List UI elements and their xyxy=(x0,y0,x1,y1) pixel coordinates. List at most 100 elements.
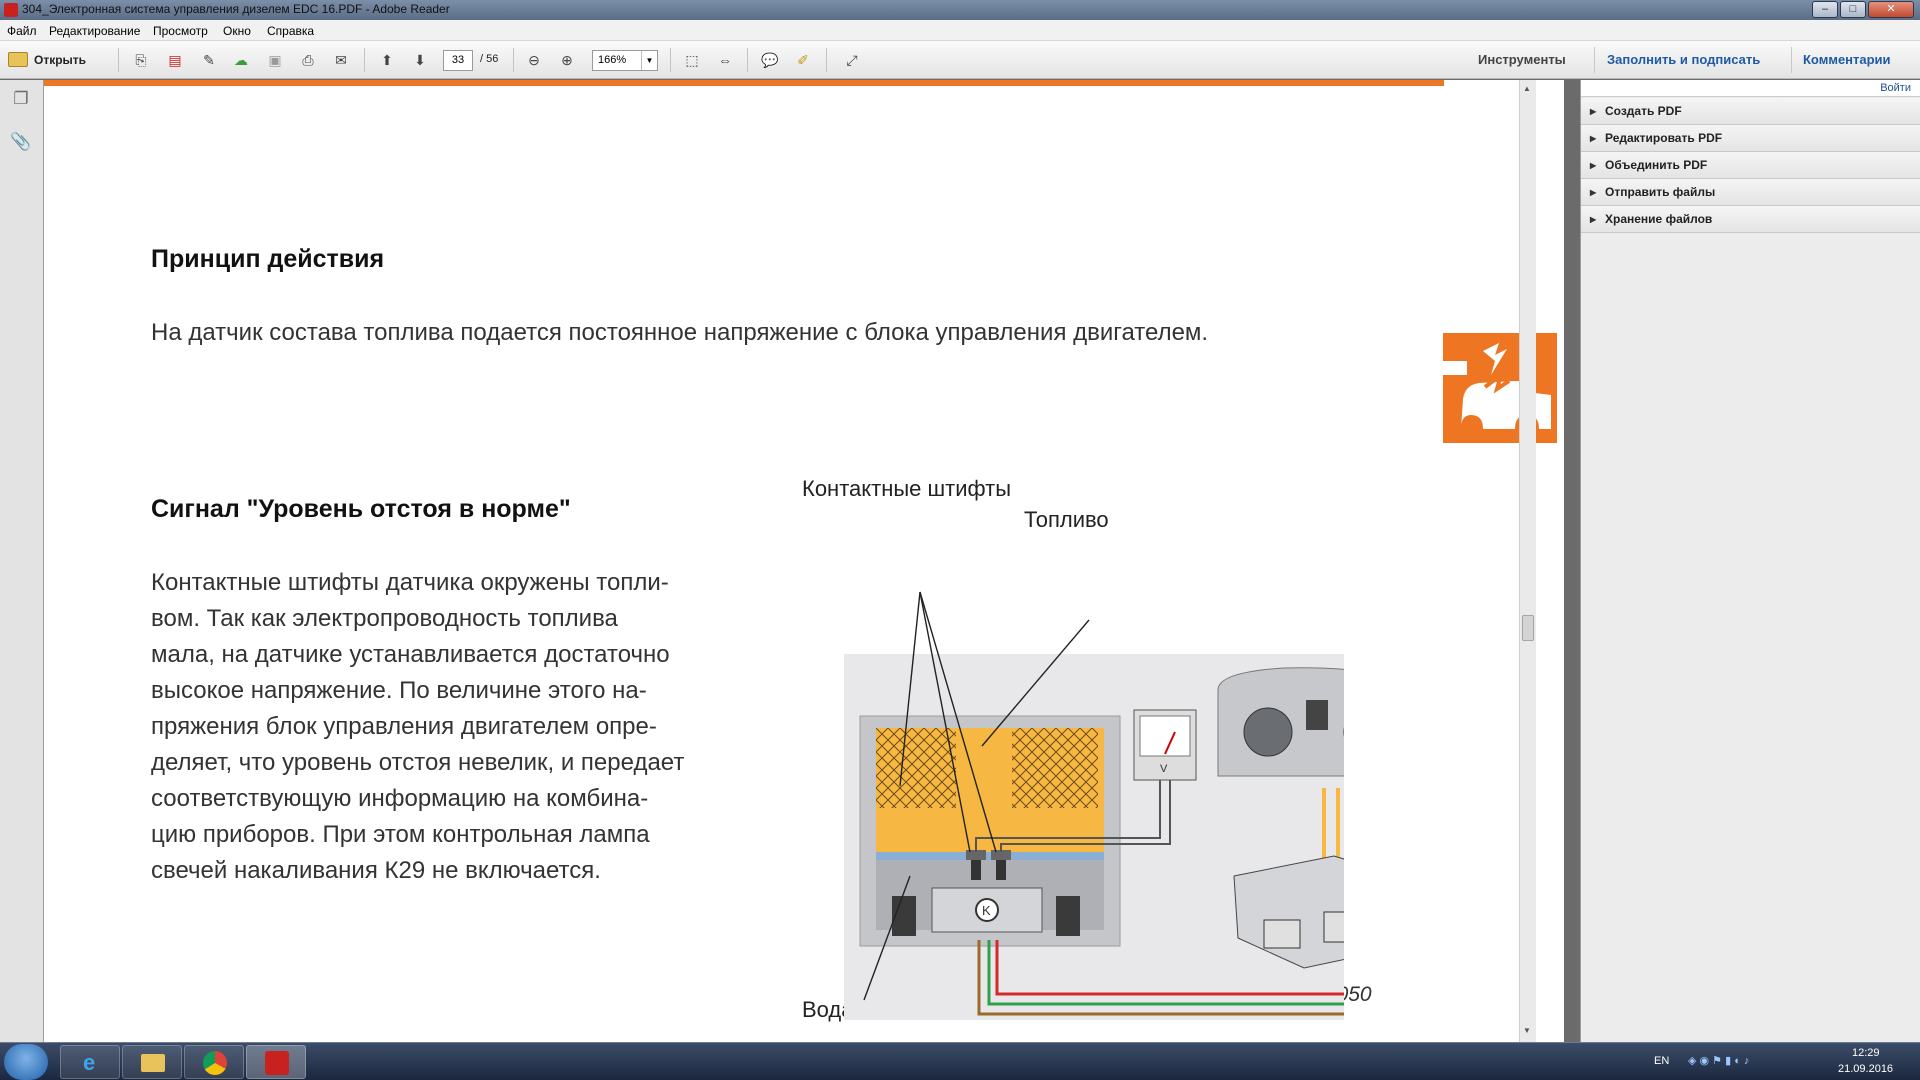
adobe-reader-app-icon xyxy=(4,3,18,17)
paragraph-line: вом. Так как электропроводность топлива xyxy=(151,605,618,632)
taskbar-chrome[interactable] xyxy=(184,1045,244,1079)
taskbar-internet-explorer[interactable]: e xyxy=(60,1045,120,1079)
export-pdf-icon[interactable]: ▤ xyxy=(164,49,186,71)
fullscreen-icon[interactable]: ⤢ xyxy=(841,49,863,71)
paragraph-line: мала, на датчике устанавливается достато… xyxy=(151,641,670,668)
tools-pane: Войти ▶ Создать PDF ▶ Редактировать PDF ▶ О… xyxy=(1580,80,1920,1042)
zoom-level-value: 166% xyxy=(598,54,627,66)
window-title: 304_Электронная система управления дизел… xyxy=(22,2,450,16)
scrollbar-thumb[interactable] xyxy=(1522,615,1534,641)
clock-time[interactable]: 12:29 xyxy=(1852,1047,1880,1059)
paragraph-line: соответствующую информацию на комбина- xyxy=(151,785,649,812)
highlight-icon[interactable]: ✐ xyxy=(792,49,814,71)
voltmeter-unit: V xyxy=(1160,763,1168,775)
menu-file[interactable]: Файл xyxy=(7,24,37,38)
chevron-down-icon[interactable]: ▼ xyxy=(641,51,657,70)
adobe-reader-icon xyxy=(265,1051,289,1075)
scroll-down-icon[interactable]: ▼ xyxy=(1523,1026,1531,1035)
zoom-out-icon[interactable]: ⊖ xyxy=(523,49,545,71)
close-button[interactable]: ✕ xyxy=(1868,1,1914,18)
figure-label-pins: Контактные штифты xyxy=(802,476,1012,501)
open-button[interactable]: Открыть xyxy=(8,49,86,71)
email-icon[interactable]: ✉ xyxy=(330,49,352,71)
open-button-label: Открыть xyxy=(34,53,87,67)
sensor-k-mark: K xyxy=(982,903,991,918)
language-indicator[interactable]: EN xyxy=(1654,1055,1669,1067)
clock-date[interactable]: 21.09.2016 xyxy=(1838,1063,1893,1075)
fill-sign-tab[interactable]: Заполнить и подписать xyxy=(1607,52,1760,67)
navigation-pane: ❐ 📎 xyxy=(0,80,44,1042)
paragraph-principle: На датчик состава топлива подается посто… xyxy=(151,319,1209,346)
panel-send-files[interactable]: ▶ Отправить файлы xyxy=(1581,179,1920,206)
save-icon[interactable]: ▣ xyxy=(264,49,286,71)
paragraph-line: пряжения блок управления двигателем опре… xyxy=(151,713,657,740)
folder-icon xyxy=(8,52,28,67)
panel-create-pdf[interactable]: ▶ Создать PDF xyxy=(1581,98,1920,125)
zoom-level-select[interactable]: 166% ▼ xyxy=(592,50,658,71)
page-total: / 56 xyxy=(480,53,499,65)
adobe-reader-window: 304_Электронная система управления дизел… xyxy=(0,0,1920,1080)
windows-taskbar: e EN ◈ ◉ ⚑ ▮ ◐ ♪ 12:29 21.09.2016 xyxy=(0,1042,1920,1080)
menu-edit[interactable]: Редактирование xyxy=(49,24,140,38)
tools-tab[interactable]: Инструменты xyxy=(1478,52,1566,67)
panel-combine-pdf[interactable]: ▶ Объединить PDF xyxy=(1581,152,1920,179)
main-toolbar: Открыть ⎘ ▤ ✎ ☁ ▣ ⎙ ✉ ⬆ ⬇ 33 / 56 ⊖ ⊕ 16… xyxy=(0,41,1920,79)
panel-label: Отправить файлы xyxy=(1605,185,1716,199)
menu-help[interactable]: Справка xyxy=(267,24,314,38)
paragraph-line: Контактные штифты датчика окружены топли… xyxy=(151,569,669,596)
page-number-input[interactable]: 33 xyxy=(443,50,473,71)
paragraph-line: деляет, что уровень отстоя невелик, и пе… xyxy=(151,749,685,776)
taskbar-file-explorer[interactable] xyxy=(122,1045,182,1079)
tray-icons[interactable]: ◈ ◉ ⚑ ▮ ◐ ♪ xyxy=(1688,1054,1749,1067)
chevron-right-icon: ▶ xyxy=(1590,134,1597,143)
zoom-in-icon[interactable]: ⊕ xyxy=(556,49,578,71)
panel-label: Объединить PDF xyxy=(1605,158,1708,172)
create-pdf-icon[interactable]: ⎘ xyxy=(130,49,152,71)
fit-page-icon[interactable]: ⬚ xyxy=(681,49,703,71)
menu-view[interactable]: Просмотр xyxy=(153,24,208,38)
previous-page-icon[interactable]: ⬆ xyxy=(376,49,398,71)
upload-cloud-icon[interactable]: ☁ xyxy=(230,49,252,71)
menu-bar: Файл Редактирование Просмотр Окно Справк… xyxy=(0,20,1920,41)
comments-tab[interactable]: Комментарии xyxy=(1803,52,1891,67)
chevron-right-icon: ▶ xyxy=(1590,188,1597,197)
electric-car-icon xyxy=(1443,343,1551,429)
title-bar: 304_Электронная система управления дизел… xyxy=(0,0,1920,20)
menu-window[interactable]: Окно xyxy=(223,24,251,38)
panel-label: Создать PDF xyxy=(1605,104,1682,118)
maximize-button[interactable]: □ xyxy=(1840,1,1866,18)
chevron-right-icon: ▶ xyxy=(1590,161,1597,170)
paragraph-line: свечей накаливания К29 не включается. xyxy=(151,857,601,884)
scroll-up-icon[interactable]: ▲ xyxy=(1523,84,1531,93)
panel-label: Редактировать PDF xyxy=(1605,131,1723,145)
start-button[interactable] xyxy=(4,1044,48,1080)
heading-principle: Принцип действия xyxy=(151,245,385,273)
fuel-sensor-diagram: K V xyxy=(844,591,1344,1020)
folder-icon xyxy=(141,1054,165,1072)
panel-edit-pdf[interactable]: ▶ Редактировать PDF xyxy=(1581,125,1920,152)
taskbar-adobe-reader[interactable] xyxy=(246,1045,306,1079)
chevron-right-icon: ▶ xyxy=(1590,215,1597,224)
internet-explorer-icon: e xyxy=(83,1050,96,1075)
document-area: Принцип действия На датчик состава топли… xyxy=(44,80,1564,1042)
paragraph-line: цию приборов. При этом контрольная лампа xyxy=(151,821,650,848)
fit-width-icon[interactable]: ⇔ xyxy=(714,49,736,71)
print-icon[interactable]: ⎙ xyxy=(297,49,319,71)
minimize-button[interactable]: – xyxy=(1812,1,1838,18)
sign-in-link[interactable]: Войти xyxy=(1880,82,1911,94)
paragraph-signal: Контактные штифты датчика окружены топли… xyxy=(151,565,684,889)
panel-label: Хранение файлов xyxy=(1605,212,1713,226)
panel-store-files[interactable]: ▶ Хранение файлов xyxy=(1581,206,1920,233)
chrome-icon xyxy=(203,1051,227,1075)
chevron-right-icon: ▶ xyxy=(1590,107,1597,116)
heading-signal: Сигнал "Уровень отстоя в норме" xyxy=(151,495,571,523)
sign-in-bar: Войти xyxy=(1581,80,1920,97)
vertical-scrollbar[interactable]: ▲ ▼ xyxy=(1519,80,1536,1042)
next-page-icon[interactable]: ⬇ xyxy=(409,49,431,71)
edit-pdf-icon[interactable]: ✎ xyxy=(198,49,220,71)
attachments-icon[interactable]: 📎 xyxy=(10,131,32,153)
chapter-marker xyxy=(1443,333,1557,443)
page-header-bar xyxy=(44,80,1444,86)
comment-note-icon[interactable]: 💬 xyxy=(759,49,781,71)
page-thumbnails-icon[interactable]: ❐ xyxy=(10,88,32,110)
